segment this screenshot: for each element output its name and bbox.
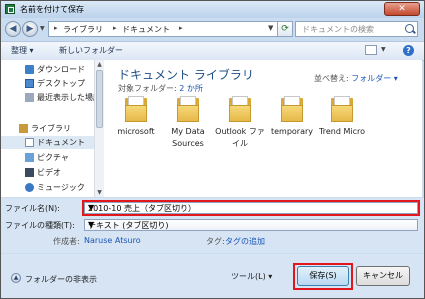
- arrange-label: 並べ替え:: [314, 74, 352, 83]
- save-as-dialog: 名前を付けて保存 ✕ ◀ ▶ ▼ ▸ ライブラリ ▸ ドキュメント ▸ ▼ ⟳ …: [0, 0, 425, 299]
- download-folder-icon: [25, 65, 34, 74]
- file-list-pane: ドキュメント ライブラリ 対象フォルダー: 2 か所 並べ替え: フォルダー ▾…: [104, 60, 422, 197]
- address-bar[interactable]: ▸ ライブラリ ▸ ドキュメント ▸ ▼: [48, 21, 288, 37]
- folder-icon: [125, 96, 147, 122]
- folder-label: microsoft: [117, 127, 155, 136]
- address-dropdown-icon[interactable]: ▼: [268, 24, 273, 32]
- desktop-icon: [25, 79, 34, 88]
- nav-item-label: ドキュメント: [37, 138, 85, 147]
- refresh-button[interactable]: ⟳: [277, 21, 293, 37]
- filetype-select[interactable]: テキスト (タブ区切り) ▼: [84, 219, 418, 231]
- cancel-button[interactable]: キャンセル: [356, 266, 410, 286]
- nav-item-desktop[interactable]: デスクトップ: [1, 77, 95, 90]
- breadcrumb-separator-icon[interactable]: ▸: [113, 24, 117, 32]
- filename-dropdown-icon[interactable]: ▼: [88, 203, 415, 212]
- folder-label: Outlook ファイル: [215, 127, 265, 148]
- tags-value[interactable]: タグの追加: [225, 236, 265, 247]
- nav-item-documents[interactable]: ドキュメント: [1, 136, 95, 149]
- breadcrumb-libraries[interactable]: ライブラリ: [63, 24, 103, 35]
- close-button[interactable]: ✕: [384, 2, 420, 16]
- recent-places-icon: [25, 93, 34, 102]
- nav-item-label: 最近表示した場所: [37, 93, 101, 102]
- scroll-up-icon[interactable]: ▲: [95, 60, 104, 69]
- filename-input[interactable]: 2010-10 売上（タブ区切り） ▼: [84, 202, 418, 214]
- folder-label: Trend Micro: [319, 127, 365, 136]
- nav-item-pictures[interactable]: ピクチャ: [1, 151, 95, 164]
- scroll-thumb[interactable]: [96, 70, 103, 128]
- music-icon: [25, 183, 34, 192]
- title-bar: 名前を付けて保存 ✕: [1, 1, 424, 18]
- author-label: 作成者:: [53, 237, 80, 246]
- save-button[interactable]: 保存(S): [297, 266, 349, 286]
- documents-icon: [25, 138, 34, 147]
- folder-icon: [281, 96, 303, 122]
- breadcrumb-root-arrow-icon[interactable]: ▸: [54, 24, 58, 32]
- hide-folders-toggle[interactable]: フォルダーの非表示: [25, 274, 97, 285]
- dialog-footer: ▲ フォルダーの非表示 ツール(L) ▾ 保存(S) キャンセル: [1, 254, 424, 298]
- folder-item[interactable]: My Data Sources: [160, 96, 216, 150]
- search-icon[interactable]: [405, 24, 414, 33]
- nav-item-label: ミュージック: [37, 183, 85, 192]
- breadcrumb-separator-icon[interactable]: ▸: [179, 24, 183, 32]
- address-row: ◀ ▶ ▼ ▸ ライブラリ ▸ ドキュメント ▸ ▼ ⟳ ドキュメントの検索: [1, 19, 424, 39]
- folder-icon: [229, 96, 251, 122]
- nav-item-label: ライブラリ: [31, 124, 71, 133]
- library-target: 対象フォルダー: 2 か所: [118, 83, 203, 94]
- folder-icon: [177, 96, 199, 122]
- author-value[interactable]: Naruse Atsuro: [84, 236, 141, 245]
- breadcrumb-documents[interactable]: ドキュメント: [122, 24, 170, 35]
- folder-item[interactable]: microsoft: [108, 96, 164, 138]
- view-options-icon[interactable]: [365, 45, 377, 55]
- window-title: 名前を付けて保存: [20, 5, 84, 14]
- view-dropdown-icon[interactable]: ▼: [381, 46, 386, 53]
- chevron-up-icon[interactable]: ▲: [11, 273, 21, 283]
- nav-item-downloads[interactable]: ダウンロード: [1, 63, 95, 76]
- nav-item-music[interactable]: ミュージック: [1, 181, 95, 194]
- folder-label: temporary: [270, 127, 314, 136]
- nav-pane-scrollbar[interactable]: ▲ ▼: [94, 60, 104, 197]
- folder-item[interactable]: Trend Micro: [314, 96, 370, 138]
- search-placeholder: ドキュメントの検索: [302, 25, 374, 34]
- folder-item[interactable]: Outlook ファイル: [212, 96, 268, 150]
- nav-item-label: デスクトップ: [37, 79, 85, 88]
- target-label: 対象フォルダー:: [118, 84, 180, 93]
- new-folder-button[interactable]: 新しいフォルダー: [59, 45, 123, 56]
- nav-item-label: ピクチャ: [37, 153, 69, 162]
- command-toolbar: 整理 ▾ 新しいフォルダー ▼ ?: [1, 41, 424, 61]
- nav-item-libraries[interactable]: ライブラリ: [1, 122, 95, 135]
- navigation-pane: ダウンロード デスクトップ 最近表示した場所 ライブラリ ドキュメント ピクチャ…: [1, 60, 104, 197]
- tags-label: タグ:: [206, 237, 225, 246]
- nav-item-label: ビデオ: [37, 168, 61, 177]
- tools-menu[interactable]: ツール(L) ▾: [231, 271, 272, 282]
- file-fields: ファイル名(N): 2010-10 売上（タブ区切り） ▼ ファイルの種類(T)…: [1, 198, 424, 253]
- arrange-by-dropdown[interactable]: フォルダー ▾: [351, 74, 398, 83]
- library-title: ドキュメント ライブラリ: [118, 68, 254, 82]
- videos-icon: [25, 168, 34, 177]
- target-locations-link[interactable]: 2 か所: [179, 84, 203, 93]
- folder-label: My Data Sources: [171, 127, 205, 148]
- pictures-icon: [25, 153, 34, 162]
- libraries-icon: [19, 124, 28, 133]
- recent-pages-dropdown[interactable]: ▼: [40, 25, 45, 32]
- filetype-dropdown-icon[interactable]: ▼: [88, 220, 415, 229]
- filename-label: ファイル名(N):: [5, 204, 60, 213]
- organize-button[interactable]: 整理 ▾: [11, 45, 34, 56]
- scroll-down-icon[interactable]: ▼: [95, 188, 104, 197]
- back-button[interactable]: ◀: [5, 21, 21, 37]
- filetype-label: ファイルの種類(T):: [5, 221, 75, 230]
- nav-item-videos[interactable]: ビデオ: [1, 166, 95, 179]
- excel-app-icon: [5, 4, 15, 14]
- help-icon[interactable]: ?: [403, 45, 414, 56]
- folder-item[interactable]: temporary: [264, 96, 320, 138]
- nav-item-recent-places[interactable]: 最近表示した場所: [1, 91, 101, 104]
- forward-button[interactable]: ▶: [22, 21, 38, 37]
- search-input[interactable]: ドキュメントの検索: [295, 21, 418, 37]
- folder-icon: [331, 96, 353, 122]
- nav-item-label: ダウンロード: [37, 65, 85, 74]
- arrange-by: 並べ替え: フォルダー ▾: [314, 73, 398, 84]
